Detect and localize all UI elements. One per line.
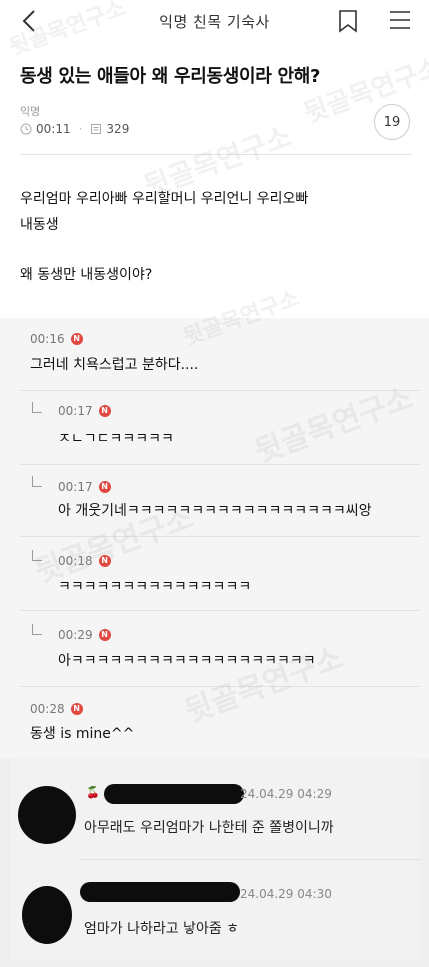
reply-arrow-icon — [32, 624, 42, 635]
board-title: 익명 친목 기숙사 — [159, 12, 270, 31]
reply-text: 아무래도 우리엄마가 나한테 준 쫄병이니까 — [84, 820, 334, 836]
redacted-username — [80, 882, 240, 902]
comment-time: 00:29 N — [58, 628, 111, 642]
clock-icon — [20, 123, 32, 135]
views-icon — [91, 124, 102, 134]
post-time: 00:11 — [36, 122, 71, 136]
new-badge: N — [70, 333, 83, 345]
top-bar: 익명 친목 기숙사 — [0, 0, 429, 42]
comment-time: 00:17 N — [58, 404, 111, 418]
comment-divider — [20, 536, 420, 537]
comment-text: 그러네 치욕스럽고 분하다.... — [30, 357, 199, 373]
reply-arrow-icon — [32, 550, 42, 561]
avatar — [22, 886, 72, 944]
post-body-line: 왜 동생만 내동생이야? — [20, 267, 153, 283]
post-body-line: 우리엄마 우리아빠 우리할머니 우리언니 우리오빠 — [20, 191, 309, 207]
reply-date: 24.04.29 04:29 — [240, 787, 332, 801]
bookmark-icon[interactable] — [337, 9, 359, 33]
back-arrow-icon[interactable] — [18, 8, 42, 34]
post-meta: 00:11 · 329 — [20, 122, 129, 136]
comment-time: 00:16 N — [30, 332, 83, 346]
post-views: 329 — [106, 122, 130, 136]
comment-text: ㅈㄴㄱㄷㅋㅋㅋㅋㅋ — [58, 431, 174, 447]
comment-list: 00:16 N 그러네 치욕스럽고 분하다.... 00:17 N ㅈㄴㄱㄷㅋㅋ… — [0, 318, 429, 758]
new-badge: N — [98, 481, 111, 493]
comment-text: ㅋㅋㅋㅋㅋㅋㅋㅋㅋㅋㅋㅋㅋㅋㅋ — [58, 579, 252, 595]
meta-separator: · — [78, 122, 83, 136]
new-badge: N — [70, 703, 83, 715]
comment-divider — [20, 686, 420, 687]
new-badge: N — [98, 405, 111, 417]
comment-text: 동생 is mine^^ — [30, 726, 135, 742]
hamburger-menu-icon[interactable] — [388, 9, 412, 31]
new-badge: N — [98, 629, 111, 641]
comment-time: 00:28 N — [30, 702, 83, 716]
comment-divider — [20, 464, 420, 465]
reply-arrow-icon — [32, 402, 42, 413]
post-author: 익명 — [20, 105, 41, 118]
comment-text: 아 개웃기네ㅋㅋㅋㅋㅋㅋㅋㅋㅋㅋㅋㅋㅋㅋㅋㅋㅋ씨앙 — [58, 503, 372, 519]
comment-text: 아ㅋㅋㅋㅋㅋㅋㅋㅋㅋㅋㅋㅋㅋㅋㅋㅋㅋㅋㅋ — [58, 653, 316, 669]
post-body-line: 내동생 — [20, 217, 59, 233]
reply-section: 🍒 24.04.29 04:29 아무래도 우리엄마가 나한테 준 쫄병이니까 … — [0, 758, 429, 967]
comment-divider — [20, 610, 420, 611]
reply-text: 엄마가 나하라고 낳아줌 ㅎ — [84, 921, 240, 937]
comment-time: 00:18 N — [58, 554, 111, 568]
redacted-username — [104, 784, 244, 804]
new-badge: N — [98, 555, 111, 567]
post-title: 동생 있는 애들아 왜 우리동생이라 안해? — [20, 66, 321, 87]
comment-time: 00:17 N — [58, 480, 111, 494]
reply-arrow-icon — [32, 476, 42, 487]
reply-date: 24.04.29 04:30 — [240, 887, 332, 901]
comment-divider — [20, 390, 420, 391]
comment-count-button[interactable]: 19 — [374, 104, 410, 140]
header-divider — [20, 154, 412, 155]
cherry-icon: 🍒 — [86, 786, 100, 799]
avatar — [18, 786, 76, 844]
reply-divider — [80, 859, 420, 860]
